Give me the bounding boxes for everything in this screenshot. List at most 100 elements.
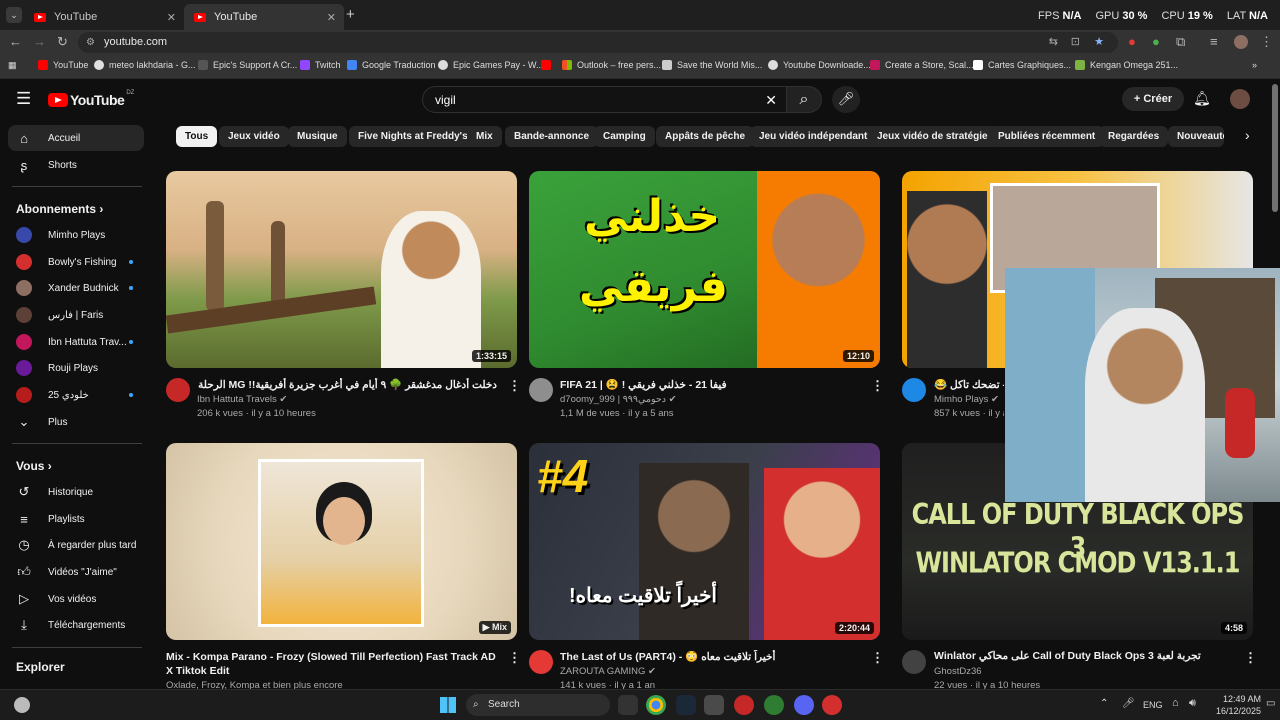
menu-kebab-icon[interactable]: ⋮ [1260, 34, 1273, 50]
extensions-puzzle-icon[interactable]: ⧉ [1176, 34, 1185, 50]
bookmark-item[interactable]: Create a Store, Scal... [870, 60, 974, 70]
chip-fishing-bait[interactable]: Appâts de pêche [656, 126, 755, 147]
subscriptions-heading[interactable]: Abonnements › [16, 202, 103, 216]
sidebar-sub-xander[interactable]: Xander Budnick [0, 275, 150, 301]
sidebar-item-home[interactable]: ⌂ Accueil [8, 125, 144, 151]
channel-name[interactable]: GhostDz36 [934, 666, 982, 677]
channel-name[interactable]: Ibn Hattuta Travels ✔ [197, 394, 287, 405]
bookmark-star-icon[interactable]: ★ [1094, 32, 1104, 53]
sidebar-item-shorts[interactable]: ʂ Shorts [0, 152, 150, 178]
video-thumbnail[interactable]: 1:33:15 [166, 171, 517, 368]
create-button[interactable]: + Créer [1122, 87, 1184, 111]
chip-video-games[interactable]: Jeux vidéo [219, 126, 289, 147]
new-tab-button[interactable]: + [346, 6, 355, 23]
channel-avatar[interactable] [529, 650, 553, 674]
taskbar-search[interactable]: ⌕ Search [466, 694, 610, 716]
bookmark-item[interactable]: Kengan Omega 251... [1075, 60, 1178, 70]
sidebar-item-playlists[interactable]: ≡ Playlists [0, 506, 150, 532]
notifications-bell-icon[interactable]: 🔔︎ [1193, 90, 1211, 107]
bookmarks-overflow-icon[interactable]: » [1252, 60, 1257, 70]
bookmark-item[interactable]: YouTube [38, 60, 88, 70]
sidebar-sub-bowly[interactable]: Bowly's Fishing [0, 249, 150, 275]
steam-app-icon[interactable] [676, 695, 696, 715]
sidebar-item-history[interactable]: ↺ Historique [0, 479, 150, 505]
language-indicator[interactable]: ENG [1143, 700, 1163, 710]
translate-icon[interactable]: ⇆ [1049, 32, 1058, 53]
reload-icon[interactable]: ↻ [57, 34, 68, 50]
channel-avatar[interactable] [902, 650, 926, 674]
widgets-icon[interactable] [14, 697, 30, 713]
extension-icon[interactable]: ● [1152, 34, 1160, 49]
bookmark-item[interactable]: Twitch [300, 60, 341, 70]
more-actions-icon[interactable]: ⋮ [1244, 650, 1257, 666]
sidebar-sub-rouji[interactable]: Rouji Plays [0, 355, 150, 381]
back-icon[interactable]: ← [9, 34, 22, 49]
channel-avatar[interactable] [902, 378, 926, 402]
notification-icon[interactable]: ▭ [1266, 698, 1275, 709]
youtube-logo[interactable]: YouTube DZ [48, 90, 134, 108]
sidebar-sub-ibn-hattuta[interactable]: Ibn Hattuta Trav... [0, 329, 150, 355]
channel-name[interactable]: ZAROUTA GAMING ✔ [560, 666, 656, 677]
chip-trailer[interactable]: Bande-annonce [505, 126, 599, 147]
chevron-up-icon[interactable]: ⌃ [1100, 698, 1108, 709]
opera-app-icon[interactable] [734, 695, 754, 715]
more-actions-icon[interactable]: ⋮ [871, 378, 884, 394]
channel-avatar[interactable] [166, 378, 190, 402]
chevron-right-icon[interactable]: › [1245, 127, 1250, 143]
more-actions-icon[interactable]: ⋮ [508, 650, 521, 666]
chip-mix[interactable]: Mix [467, 126, 502, 147]
video-title[interactable]: 😂 تحدي - تضحك تاكل [934, 378, 1004, 391]
video-thumbnail[interactable]: خذلني فريقي 12:10 [529, 171, 880, 368]
bookmark-item[interactable]: Save the World Mis... [662, 60, 762, 70]
voice-search-button[interactable]: 🎤︎ [832, 86, 860, 113]
you-heading[interactable]: Vous › [16, 459, 52, 473]
video-thumbnail[interactable]: ▶︎ Mix [166, 443, 517, 640]
forward-icon[interactable]: → [33, 34, 46, 49]
app-icon[interactable] [704, 695, 724, 715]
sidebar-item-watch-later[interactable]: ◷ À regarder plus tard [0, 532, 150, 558]
video-title[interactable]: FIFA 21 | 😫 ! فيفا 21 - خذلني فريقي [560, 378, 860, 391]
clock[interactable]: 12:49 AM 16/12/2025 [1205, 693, 1261, 717]
sidebar-sub-mimho[interactable]: Mimho Plays [0, 222, 150, 248]
search-input[interactable]: vigil ✕ [422, 86, 788, 113]
apps-grid-icon[interactable]: ▦ [8, 60, 17, 71]
video-thumbnail[interactable]: #4 أخيراً تلاقيت معاه! 2:20:44 [529, 443, 880, 640]
chip-strategy-games[interactable]: Jeux vidéo de stratégie [868, 126, 997, 147]
video-title[interactable]: Mix - Kompa Parano - Frozy (Slowed Till … [166, 650, 501, 678]
chip-camping[interactable]: Camping [594, 126, 655, 147]
video-title[interactable]: دخلت أدغال مدغشقر 🌳 ٩ أيام في أغرب جزيرة… [197, 378, 497, 391]
page-scrollbar-thumb[interactable] [1272, 84, 1278, 212]
address-bar[interactable]: ⚙ youtube.com ⇆ ⊡ ★ [78, 32, 1118, 53]
reading-list-icon[interactable]: ≡ [1210, 34, 1218, 49]
chip-indie-game[interactable]: Jeu vidéo indépendant [750, 126, 877, 147]
video-title[interactable]: Winlator على محاكي Call of Duty Black Op… [934, 650, 1234, 662]
network-icon[interactable]: ⌂ [1172, 697, 1179, 709]
bookmark-item[interactable]: Outlook – free pers... [562, 60, 661, 70]
sidebar-sub-faris[interactable]: فارس | Faris [0, 302, 150, 328]
discord-app-icon[interactable] [794, 695, 814, 715]
hamburger-menu-icon[interactable]: ☰ [16, 89, 31, 109]
chip-watched[interactable]: Regardées [1099, 126, 1169, 147]
sidebar-item-your-videos[interactable]: ▷ Vos vidéos [0, 586, 150, 612]
chatgpt-app-icon[interactable] [618, 695, 638, 715]
site-info-icon[interactable]: ⚙ [86, 32, 95, 53]
account-avatar[interactable] [1230, 89, 1250, 109]
search-button[interactable]: ⌕ [786, 86, 822, 113]
video-title[interactable]: The Last of Us (PART4) - 😳 أخيراً تلاقيت… [560, 650, 860, 663]
chrome-app-icon[interactable] [646, 695, 666, 715]
profile-avatar[interactable] [1234, 35, 1248, 49]
sidebar-sub-khaloudi[interactable]: خلودي 25 [0, 382, 150, 408]
app-icon[interactable] [764, 695, 784, 715]
bookmark-item[interactable]: meteo lakhdaria - G... [94, 60, 196, 70]
more-actions-icon[interactable]: ⋮ [871, 650, 884, 666]
tab-search-button[interactable]: ⌄ [6, 7, 22, 23]
app-icon[interactable] [822, 695, 842, 715]
bookmark-item[interactable]: Youtube Downloade... [768, 60, 871, 70]
chip-fnaf[interactable]: Five Nights at Freddy's [349, 126, 477, 147]
browser-tab-active[interactable]: YouTube ✕ [184, 4, 344, 30]
clear-search-icon[interactable]: ✕ [765, 87, 777, 113]
sidebar-item-downloads[interactable]: ⤓ Téléchargements [0, 612, 150, 638]
bookmark-item[interactable]: Epic's Support A Cr... [198, 60, 297, 70]
channel-avatar[interactable] [529, 378, 553, 402]
chip-all[interactable]: Tous [176, 126, 218, 147]
